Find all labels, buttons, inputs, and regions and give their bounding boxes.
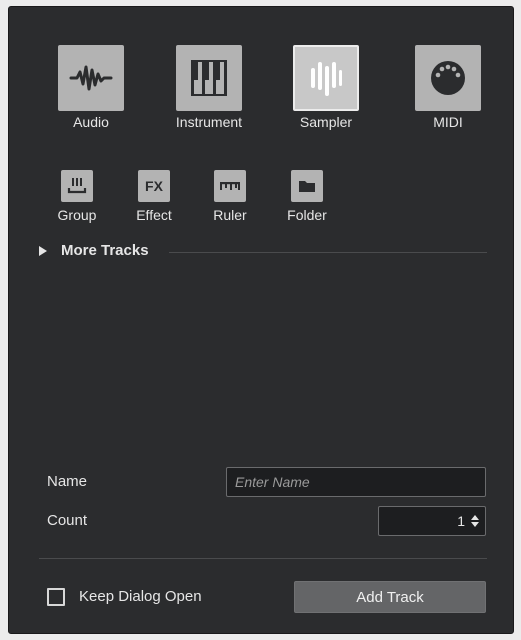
footer-divider <box>39 558 487 559</box>
group-track-button[interactable] <box>61 170 93 202</box>
more-tracks-label: More Tracks <box>61 242 149 259</box>
audio-waveform-icon <box>69 65 113 91</box>
name-input[interactable] <box>226 467 486 497</box>
count-label: Count <box>47 512 88 529</box>
piano-keys-icon <box>191 60 227 96</box>
midi-port-icon <box>431 61 465 95</box>
expand-arrow-icon <box>39 245 47 256</box>
count-stepper[interactable] <box>471 515 479 527</box>
folder-track-button[interactable] <box>291 170 323 202</box>
audio-track-button[interactable] <box>58 45 124 111</box>
add-track-dialog: Audio Instrument Sampler MIDI Group FX E… <box>8 6 514 634</box>
midi-track-button[interactable] <box>415 45 481 111</box>
effect-label: Effect <box>136 207 172 223</box>
step-down-icon[interactable] <box>471 522 479 527</box>
instrument-label: Instrument <box>175 114 243 130</box>
keep-dialog-open-label[interactable]: Keep Dialog Open <box>79 588 202 605</box>
count-value: 1 <box>457 513 465 529</box>
sampler-track-button[interactable] <box>293 45 359 111</box>
more-tracks-divider <box>169 252 487 253</box>
sampler-bars-icon <box>311 62 342 96</box>
count-field[interactable]: 1 <box>378 506 486 536</box>
ruler-label: Ruler <box>213 207 247 223</box>
add-track-button[interactable]: Add Track <box>294 581 486 613</box>
fx-icon: FX <box>145 178 163 194</box>
effect-track-button[interactable]: FX <box>138 170 170 202</box>
audio-label: Audio <box>73 114 109 130</box>
keep-dialog-open-checkbox[interactable] <box>47 588 65 606</box>
sampler-label: Sampler <box>299 114 353 130</box>
folder-label: Folder <box>287 207 327 223</box>
step-up-icon[interactable] <box>471 515 479 520</box>
more-tracks-toggle[interactable]: More Tracks <box>39 242 149 259</box>
ruler-track-button[interactable] <box>214 170 246 202</box>
group-icon <box>67 178 87 194</box>
ruler-icon <box>220 182 240 190</box>
name-label: Name <box>47 473 88 490</box>
midi-label: MIDI <box>433 114 463 130</box>
group-label: Group <box>57 207 97 223</box>
instrument-track-button[interactable] <box>176 45 242 111</box>
folder-icon <box>299 181 315 192</box>
